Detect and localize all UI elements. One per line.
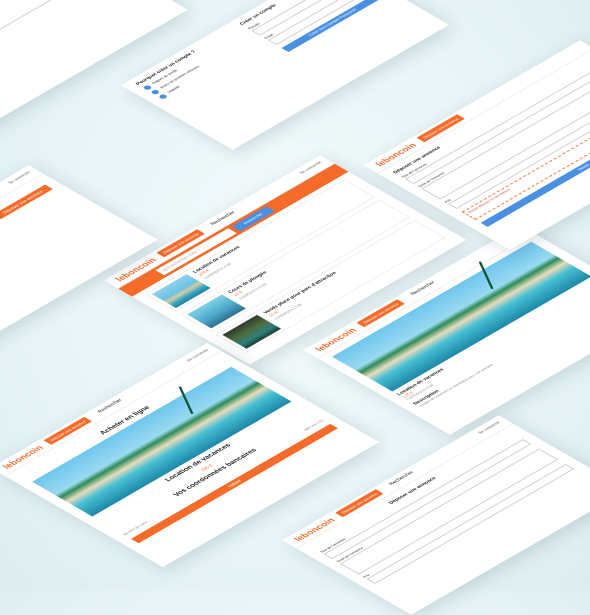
login-link[interactable]: Se connecter	[477, 420, 502, 434]
bell-icon	[150, 89, 161, 96]
text-field[interactable]	[0, 0, 103, 86]
clock-icon	[142, 84, 153, 91]
signup-screen: Pourquoi créer un compte ? Gagnez du tem…	[120, 0, 450, 150]
login-link[interactable]: Se connecter	[185, 348, 210, 362]
mockup-stage: leboncoin Déposer une annonce Rechercher…	[0, 0, 590, 615]
eye-icon	[157, 93, 169, 100]
login-link[interactable]: Se connecter	[7, 170, 32, 184]
